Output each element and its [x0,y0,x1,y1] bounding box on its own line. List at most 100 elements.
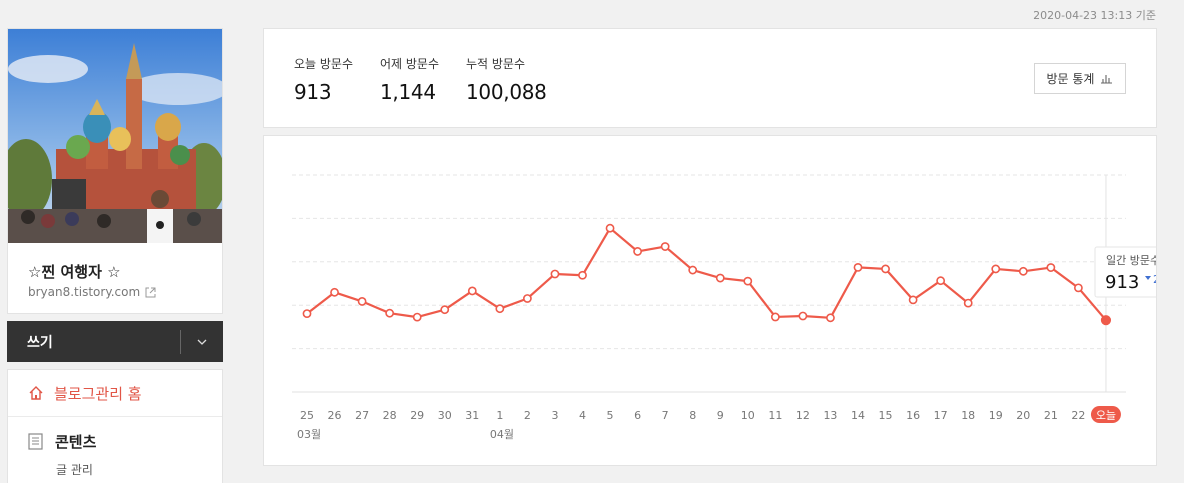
tooltip-value: 913 [1105,272,1139,293]
data-point[interactable] [1100,315,1112,326]
tooltip-label: 일간 방문수 [1106,253,1156,267]
data-point[interactable] [1046,263,1056,272]
x-tick-label: 22 [1071,409,1085,422]
x-tick-label: 17 [934,409,948,422]
x-tick-label: 13 [823,409,837,422]
x-tick-label: 15 [879,409,893,422]
x-tick-label: 8 [689,409,696,422]
x-tick-label: 3 [551,409,558,422]
data-point[interactable] [798,311,808,321]
data-point[interactable] [1018,266,1028,276]
x-tick-label: 6 [634,409,641,422]
stat-total-label: 누적 방문수 [466,57,526,71]
data-point[interactable] [963,298,973,308]
x-tick-label: 28 [383,409,397,422]
x-tick-label: 30 [438,409,452,422]
data-point[interactable] [853,262,863,272]
menu-item-blog-admin-home[interactable]: 블로그관리 홈 [8,370,222,417]
data-point[interactable] [412,312,422,322]
chevron-down-icon [197,339,207,345]
data-point[interactable] [1074,283,1083,293]
menu-item-post-management[interactable]: 글 관리 [56,461,222,478]
stat-total-value: 100,088 [466,80,547,104]
x-tick-label: 14 [851,409,865,422]
profile-photo[interactable] [8,29,222,243]
data-point[interactable] [578,270,587,280]
menu-item-label: 블로그관리 홈 [54,384,142,403]
stat-total: 누적 방문수 100,088 [466,55,547,104]
stat-yesterday-value: 1,144 [380,80,436,104]
x-tick-label: 12 [796,409,810,422]
data-point[interactable] [302,309,312,318]
daily-visits-chart-card: 25 26 27 28 29 30 31 1 2 3 4 5 6 7 8 9 10 11 12 13 14 15 16 17 1… [263,135,1157,466]
stat-yesterday: 어제 방문수 1,144 [380,55,439,104]
data-point[interactable] [330,287,339,297]
document-icon [28,433,43,450]
data-point[interactable] [826,313,835,323]
x-tick-label: 16 [906,409,920,422]
reference-timestamp: 2020-04-23 13:13 기준 [1033,9,1156,22]
home-icon [29,386,43,400]
x-tick-label: 9 [717,409,724,422]
series-line [306,227,1107,321]
data-point[interactable] [743,276,753,286]
data-point[interactable] [550,269,560,279]
data-point[interactable] [440,305,450,315]
menu-section-content: 콘텐츠 글 관리 [8,417,222,478]
visitor-stats-card: 오늘 방문수 913 어제 방문수 1,144 누적 방문수 100,088 방… [263,28,1157,128]
x-tick-label: 25 [300,409,314,422]
blog-url-link[interactable]: bryan8.tistory.com [28,285,156,299]
x-tick-label: 7 [662,409,669,422]
x-tick-label: 오늘 [1096,409,1116,422]
data-point[interactable] [660,242,670,251]
data-point[interactable] [385,308,395,318]
write-bar: 쓰기 [7,321,223,362]
menu-section-title[interactable]: 콘텐츠 [55,431,96,452]
stat-today-label: 오늘 방문수 [294,57,354,71]
data-point[interactable] [357,297,367,306]
admin-menu: 블로그관리 홈 콘텐츠 글 관리 [7,369,223,483]
x-tick-label: 29 [410,409,424,422]
x-tick-label: 19 [989,409,1003,422]
data-point[interactable] [688,265,698,275]
bar-chart-icon [1101,75,1113,84]
x-tick-label: 20 [1016,409,1030,422]
external-link-icon[interactable] [145,287,156,298]
tooltip-change: 231 [1153,273,1156,286]
data-point[interactable] [467,286,477,296]
x-tick-label: 18 [961,409,975,422]
x-tick-label: 21 [1044,409,1058,422]
write-options-toggle[interactable] [181,321,223,362]
x-tick-label: 4 [579,409,586,422]
data-point[interactable] [908,295,918,305]
x-tick-label: 5 [607,409,614,422]
data-point[interactable] [715,273,725,283]
month-label: 03월 [297,428,321,441]
stat-today-value: 913 [294,80,332,104]
blog-url[interactable]: bryan8.tistory.com [28,285,140,299]
stat-today: 오늘 방문수 913 [294,55,353,104]
x-tick-label: 2 [524,409,531,422]
data-point[interactable] [633,247,642,256]
profile-card: ☆찐 여행자 ☆ bryan8.tistory.com [7,28,223,314]
x-tick-label: 26 [328,409,342,422]
daily-visits-chart: 25 26 27 28 29 30 31 1 2 3 4 5 6 7 8 9 10 11 12 13 14 15 16 17 1… [292,174,1156,441]
data-point[interactable] [936,276,946,286]
blog-name[interactable]: ☆찐 여행자 ☆ [28,261,121,282]
visit-stats-button[interactable]: 방문 통계 [1034,63,1126,94]
data-point[interactable] [991,264,1001,274]
data-point[interactable] [522,294,532,303]
x-tick-label: 31 [465,409,479,422]
data-point[interactable] [495,304,505,314]
x-tick-label: 27 [355,409,369,422]
visit-stats-button-label: 방문 통계 [1046,72,1095,86]
data-point[interactable] [605,223,615,233]
stat-yesterday-label: 어제 방문수 [380,57,440,71]
x-tick-label: 11 [768,409,782,422]
x-tick-label: 1 [496,409,503,422]
data-point[interactable] [770,312,780,322]
write-button[interactable]: 쓰기 [7,332,180,352]
month-label: 04월 [490,428,514,441]
data-point[interactable] [881,264,890,274]
x-tick-label: 10 [741,409,755,422]
